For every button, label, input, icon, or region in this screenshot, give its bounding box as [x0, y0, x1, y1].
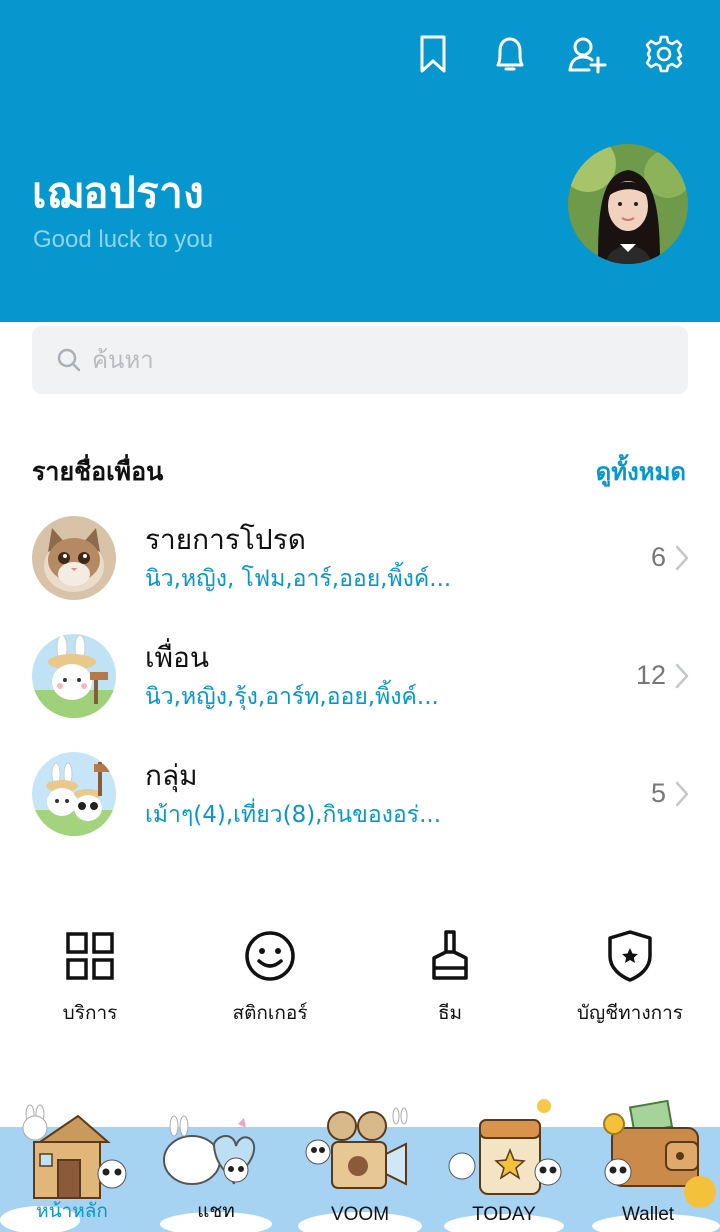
official-accounts-button[interactable]: บัญชีทางการ	[545, 920, 715, 1028]
nav-home[interactable]: หน้าหลัก	[0, 1080, 144, 1232]
nav-voom-label: VOOM	[330, 1204, 390, 1225]
nav-voom[interactable]: VOOM	[288, 1080, 432, 1232]
stickers-label: สติกเกอร์	[232, 1002, 308, 1024]
quick-services: บริการ สติกเกอร์ ธีม บัญชีทางการ	[0, 920, 720, 1030]
row-title: รายการโปรด	[145, 523, 306, 556]
chevron-right-icon	[675, 545, 689, 571]
favorites-thumbnail	[32, 516, 116, 600]
favorites-row[interactable]: รายการโปรด นิว,หญิง, โฟม,อาร์,ออย,พิ้งค์…	[0, 516, 720, 626]
search-icon	[57, 348, 81, 372]
bell-icon[interactable]	[490, 30, 530, 78]
bookmark-icon[interactable]	[413, 30, 453, 78]
see-all-link[interactable]: ดูทั้งหมด	[596, 452, 686, 491]
search-input[interactable]	[92, 346, 652, 374]
shield-star-icon	[608, 930, 652, 982]
themes-button[interactable]: ธีม	[365, 920, 535, 1028]
friends-thumbnail	[32, 634, 116, 718]
profile-status-message[interactable]: Good luck to you	[33, 226, 213, 254]
nav-chat-label: แชท	[197, 1201, 235, 1222]
nav-today-label: TODAY	[472, 1204, 536, 1225]
nav-home-label: หน้าหลัก	[36, 1201, 108, 1222]
add-friend-icon[interactable]	[567, 30, 607, 78]
row-title: เพื่อน	[145, 641, 209, 674]
grid-icon	[66, 932, 114, 980]
services-label: บริการ	[62, 1002, 118, 1024]
official-accounts-label: บัญชีทางการ	[577, 1002, 683, 1024]
friends-row[interactable]: เพื่อน นิว,หญิง,รุ้ง,อาร์ท,ออย,พิ้งค์...…	[0, 634, 720, 744]
stickers-button[interactable]: สติกเกอร์	[185, 920, 355, 1028]
chevron-right-icon	[675, 663, 689, 689]
bottom-navigation: หน้าหลัก แชท VOOM TODAY Wallet	[0, 1080, 720, 1232]
row-count: 6	[650, 542, 666, 572]
row-subtitle: เม้าๆ(4),เที่ยว(8),กินของอร่...	[145, 802, 442, 828]
row-title: กลุ่ม	[145, 759, 198, 792]
nav-chat[interactable]: แชท	[144, 1080, 288, 1232]
smiley-icon	[245, 931, 295, 981]
brush-icon	[432, 930, 468, 980]
profile-header: เฌอปราง Good luck to you	[0, 0, 720, 322]
row-subtitle: นิว,หญิง, โฟม,อาร์,ออย,พิ้งค์...	[145, 566, 452, 592]
friends-section-title: รายชื่อเพื่อน	[32, 457, 164, 486]
row-count: 12	[635, 660, 666, 690]
profile-avatar[interactable]	[568, 144, 688, 264]
services-button[interactable]: บริการ	[5, 920, 175, 1028]
groups-row[interactable]: กลุ่ม เม้าๆ(4),เที่ยว(8),กินของอร่... 5	[0, 752, 720, 862]
search-bar[interactable]	[32, 326, 688, 394]
themes-label: ธีม	[437, 1002, 463, 1024]
profile-name[interactable]: เฌอปราง	[32, 160, 204, 226]
gear-icon[interactable]	[644, 30, 684, 78]
groups-thumbnail	[32, 752, 116, 836]
header-actions	[413, 30, 684, 78]
nav-wallet-label: Wallet	[621, 1204, 675, 1225]
nav-today[interactable]: TODAY	[432, 1080, 576, 1232]
nav-wallet[interactable]: Wallet	[576, 1080, 720, 1232]
row-count: 5	[650, 778, 666, 808]
row-subtitle: นิว,หญิง,รุ้ง,อาร์ท,ออย,พิ้งค์...	[145, 684, 439, 710]
chevron-right-icon	[675, 781, 689, 807]
